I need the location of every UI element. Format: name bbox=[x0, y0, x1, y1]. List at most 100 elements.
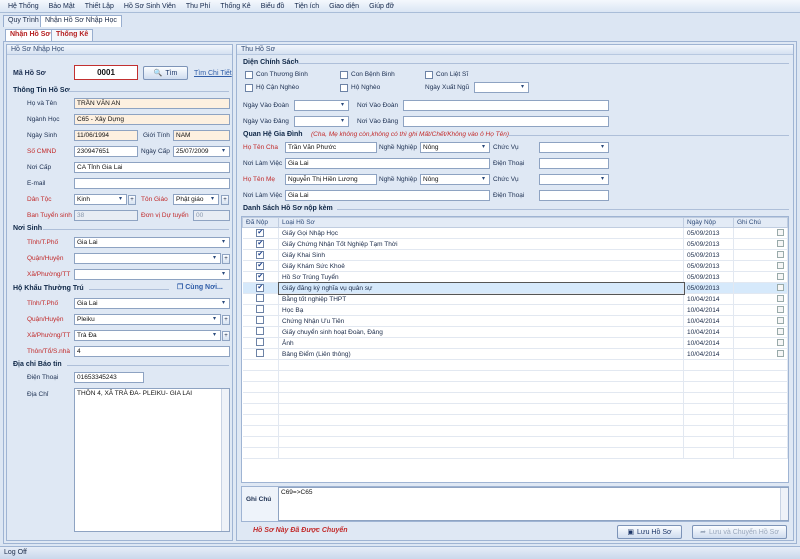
da-nop-checkbox[interactable]: ✔ bbox=[256, 262, 265, 270]
table-row[interactable]: ✔ Giấy đăng ký nghĩa vụ quân sự 05/09/2013 bbox=[242, 281, 788, 295]
da-nop-checkbox[interactable] bbox=[256, 327, 265, 335]
da-nop-checkbox[interactable] bbox=[256, 294, 265, 302]
document-icon[interactable] bbox=[777, 283, 784, 291]
don-vi-input[interactable]: 00 bbox=[193, 210, 230, 221]
tim-chi-tiet-link[interactable]: Tìm Chi Tiết bbox=[194, 70, 232, 77]
document-icon[interactable] bbox=[777, 316, 784, 324]
dien-thoai-me-input[interactable] bbox=[539, 190, 609, 201]
con-thuong-binh-checkbox[interactable] bbox=[245, 71, 253, 79]
table-row[interactable]: Chứng Nhận Ưu Tiên 10/04/2014 bbox=[242, 315, 788, 327]
da-nop-checkbox[interactable] bbox=[256, 349, 265, 357]
cmnd-input[interactable]: 230947651 bbox=[74, 146, 138, 157]
tab-nhan-ho-so[interactable]: Nhận Hồ Sơ bbox=[5, 29, 56, 41]
tim-button[interactable]: 🔍 Tìm bbox=[143, 66, 188, 80]
menu-item[interactable]: Biểu đồ bbox=[261, 3, 285, 10]
document-icon[interactable] bbox=[777, 239, 784, 247]
col-ngay-nop[interactable]: Ngày Nộp bbox=[683, 217, 734, 228]
table-row[interactable]: Bằng tốt nghiệp THPT 10/04/2014 bbox=[242, 293, 788, 305]
table-row[interactable]: ✔ Giấy Gọi Nhập Học 05/09/2013 bbox=[242, 227, 788, 239]
document-icon[interactable] bbox=[777, 272, 784, 280]
col-loai-ho-so[interactable]: Loại Hồ Sơ bbox=[278, 217, 684, 228]
noi-sinh-tinh-select[interactable]: Gia Lai ▾ bbox=[74, 237, 230, 248]
noi-lv-cha-input[interactable]: Gia Lai bbox=[285, 158, 490, 169]
noi-lv-me-input[interactable]: Gia Lai bbox=[285, 190, 490, 201]
menu-item[interactable]: Thu Phí bbox=[186, 3, 211, 10]
table-row[interactable]: Giấy chuyển sinh hoạt Đoàn, Đảng 10/04/20… bbox=[242, 326, 788, 338]
document-icon[interactable] bbox=[777, 305, 784, 313]
luu-chuyen-button[interactable]: ➦ Lưu và Chuyển Hồ Sơ bbox=[692, 525, 787, 539]
ho-ten-me-input[interactable]: Nguyễn Thị Hiền Lương bbox=[285, 174, 377, 185]
dia-chi-textarea[interactable]: THÔN 4, XÃ TRÀ ĐA- PLEIKU- GIA LAI bbox=[74, 388, 230, 532]
ho-can-ngheo-checkbox[interactable] bbox=[245, 84, 253, 92]
ma-ho-so-input[interactable]: 0001 bbox=[74, 65, 138, 80]
menu-item[interactable]: Thiết Lập bbox=[85, 3, 114, 10]
da-nop-checkbox[interactable] bbox=[256, 316, 265, 324]
luu-ho-so-button[interactable]: ▣ Lưu Hồ Sơ bbox=[617, 525, 682, 539]
tab-quy-trinh[interactable]: Quy Trình bbox=[3, 15, 44, 27]
da-nop-checkbox[interactable] bbox=[256, 338, 265, 346]
log-off-button[interactable]: Log Off bbox=[4, 549, 27, 556]
ghi-chu-textarea[interactable]: C69=>C65 bbox=[278, 487, 789, 521]
hk-xa-add-button[interactable]: + bbox=[222, 331, 230, 341]
tab-nhan-ho-so-nhap-hoc[interactable]: Nhận Hồ Sơ Nhập Học bbox=[40, 15, 122, 27]
dia-chi-scrollbar[interactable] bbox=[221, 389, 229, 531]
document-icon[interactable] bbox=[777, 261, 784, 269]
con-liet-si-checkbox[interactable] bbox=[425, 71, 433, 79]
ho-ten-input[interactable]: TRẦN VĂN AN bbox=[74, 98, 230, 109]
da-nop-checkbox[interactable] bbox=[256, 305, 265, 313]
dan-toc-add-button[interactable]: + bbox=[128, 195, 136, 205]
ton-giao-add-button[interactable]: + bbox=[221, 195, 229, 205]
con-benh-binh-checkbox[interactable] bbox=[340, 71, 348, 79]
da-nop-checkbox[interactable]: ✔ bbox=[256, 284, 265, 292]
cung-noi-button[interactable]: ❐ Cùng Nơi... bbox=[177, 283, 223, 291]
ho-ngheo-checkbox[interactable] bbox=[340, 84, 348, 92]
ngay-cap-input[interactable]: 25/07/2009 ▾ bbox=[173, 146, 230, 157]
table-row[interactable]: ✔ Giấy Chứng Nhận Tốt Nghiệp Tạm Thời 05/0… bbox=[242, 238, 788, 250]
col-ghi-chu[interactable]: Ghi Chú bbox=[733, 217, 788, 228]
menu-item[interactable]: Tiện ích bbox=[294, 3, 319, 10]
da-nop-checkbox[interactable]: ✔ bbox=[256, 229, 265, 237]
noi-sinh-quan-add-button[interactable]: + bbox=[222, 254, 230, 264]
chevron-down-icon[interactable]: ▾ bbox=[219, 148, 228, 155]
menu-item[interactable]: Giúp đỡ bbox=[369, 3, 394, 10]
nghe-nghiep-me-select[interactable]: Nông ▾ bbox=[420, 174, 490, 185]
menu-item[interactable]: Bảo Mật bbox=[49, 3, 75, 10]
dien-thoai-input[interactable]: 01653345243 bbox=[74, 372, 144, 383]
ghi-chu-scrollbar[interactable] bbox=[780, 488, 788, 520]
ngay-vao-dang-input[interactable]: ▾ bbox=[294, 116, 349, 127]
tab-thong-ke[interactable]: Thống Kê bbox=[51, 29, 94, 41]
table-row[interactable]: ✔ Giấy Khai Sinh 05/09/2013 bbox=[242, 249, 788, 261]
document-icon[interactable] bbox=[777, 228, 784, 236]
ngay-xuat-ngu-input[interactable]: ▾ bbox=[474, 82, 529, 93]
menu-item[interactable]: Thống Kê bbox=[220, 3, 250, 10]
hk-thon-input[interactable]: 4 bbox=[74, 346, 230, 357]
chuc-vu-cha-select[interactable]: ▾ bbox=[539, 142, 609, 153]
table-row[interactable]: Học Bạ 10/04/2014 bbox=[242, 304, 788, 316]
da-nop-checkbox[interactable]: ✔ bbox=[256, 273, 265, 281]
menu-item[interactable]: Hệ Thống bbox=[8, 3, 39, 10]
noi-cap-input[interactable]: CA Tỉnh Gia Lai bbox=[74, 162, 230, 173]
ngay-vao-doan-input[interactable]: ▾ bbox=[294, 100, 349, 111]
ton-giao-select[interactable]: Phật giáo ▾ bbox=[173, 194, 219, 205]
nghe-nghiep-cha-select[interactable]: Nông ▾ bbox=[420, 142, 490, 153]
da-nop-checkbox[interactable]: ✔ bbox=[256, 240, 265, 248]
document-icon[interactable] bbox=[777, 349, 784, 357]
noi-sinh-quan-select[interactable]: ▾ bbox=[74, 253, 221, 264]
email-input[interactable] bbox=[74, 178, 230, 189]
table-row[interactable]: ✔ Giấy Khám Sức Khoẻ 05/09/2013 bbox=[242, 260, 788, 272]
hk-tinh-select[interactable]: Gia Lai ▾ bbox=[74, 298, 230, 309]
dien-thoai-cha-input[interactable] bbox=[539, 158, 609, 169]
document-icon[interactable] bbox=[777, 338, 784, 346]
hk-xa-select[interactable]: Trà Đa ▾ bbox=[74, 330, 221, 341]
document-icon[interactable] bbox=[777, 327, 784, 335]
menu-item[interactable]: Hồ Sơ Sinh Viên bbox=[124, 3, 176, 10]
document-icon[interactable] bbox=[777, 294, 784, 302]
hk-quan-add-button[interactable]: + bbox=[222, 315, 230, 325]
table-row[interactable]: Ảnh 10/04/2014 bbox=[242, 337, 788, 349]
col-da-nop[interactable]: Đã Nộp bbox=[242, 217, 279, 228]
table-row[interactable]: Bảng Điểm (Liên thông) 10/04/2014 bbox=[242, 348, 788, 360]
chuc-vu-me-select[interactable]: ▾ bbox=[539, 174, 609, 185]
ban-tuyen-sinh-input[interactable]: 38 bbox=[74, 210, 138, 221]
noi-sinh-xa-select[interactable]: ▾ bbox=[74, 269, 230, 280]
table-row[interactable]: ✔ Hồ Sơ Trúng Tuyển 05/09/2013 bbox=[242, 271, 788, 283]
